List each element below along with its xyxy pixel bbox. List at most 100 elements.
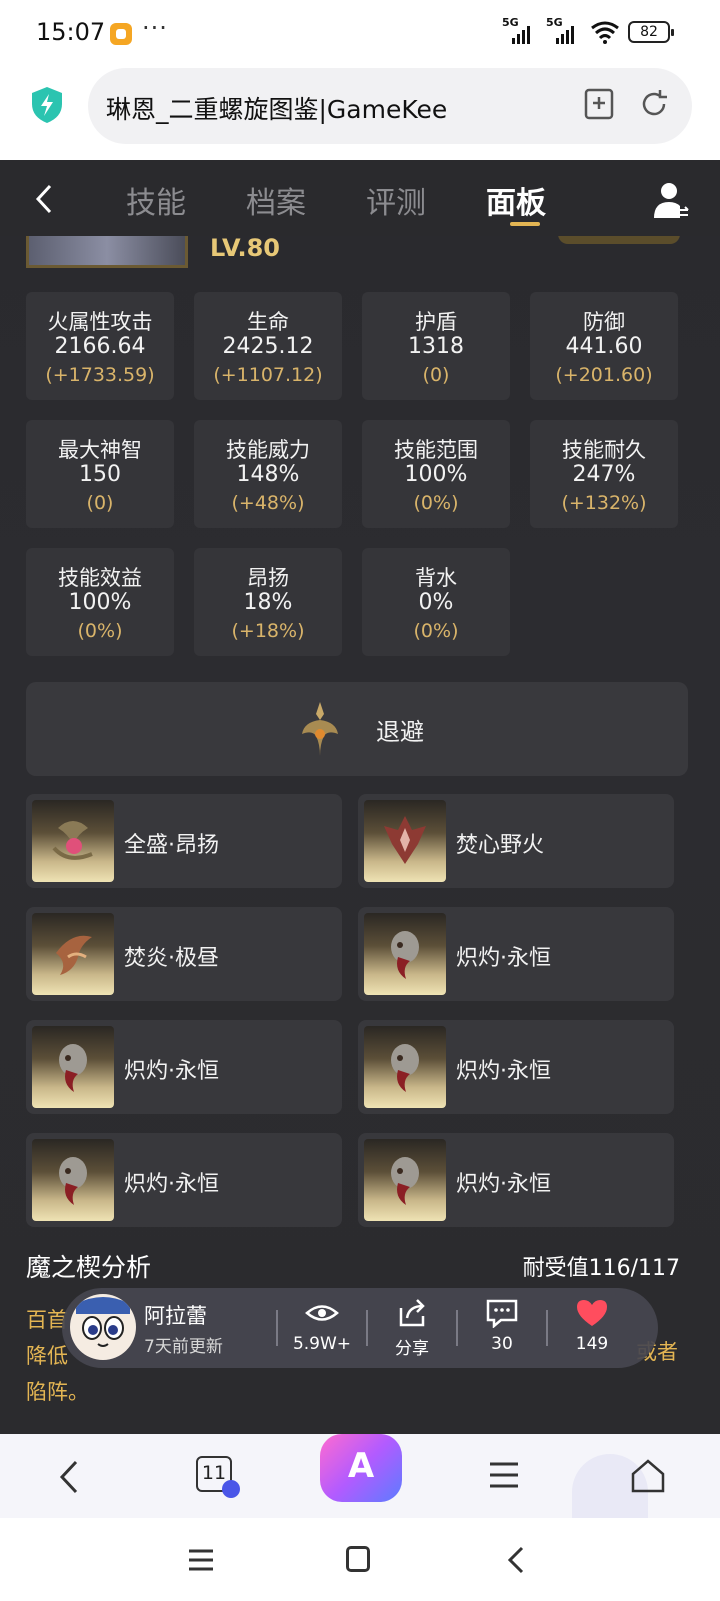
retreat-skill-card[interactable]: 退避	[26, 682, 688, 776]
tabs-badge-icon	[222, 1480, 240, 1498]
author-name[interactable]: 阿拉蕾	[144, 1300, 207, 1330]
tab-review[interactable]: 评测	[366, 178, 426, 222]
page-title[interactable]: 琳恩_二重螺旋图鉴|GameKee	[106, 90, 447, 126]
author-avatar[interactable]	[70, 1294, 136, 1360]
wifi-icon	[591, 21, 619, 44]
system-back-icon[interactable]	[508, 1546, 524, 1574]
tab-panel[interactable]: 面板	[486, 178, 546, 222]
stat-value: 2166.64	[54, 334, 146, 359]
top-tab-bar: 技能 档案 评测 面板	[0, 160, 720, 236]
stat-value: 150	[79, 462, 121, 487]
rune-card[interactable]: 全盛·昂扬	[26, 794, 342, 888]
mask-icon	[364, 1026, 446, 1108]
stat-value: 18%	[243, 590, 293, 615]
stat-bonus: (+132%)	[561, 492, 647, 514]
system-home-icon[interactable]	[346, 1546, 370, 1572]
stat-card: 技能耐久 247% (+132%)	[530, 420, 678, 528]
character-level: LV.80	[210, 234, 280, 262]
stat-value: 441.60	[565, 334, 643, 359]
recents-icon[interactable]	[188, 1548, 214, 1572]
share-button[interactable]: 分享	[372, 1298, 452, 1359]
stat-value: 100%	[68, 590, 132, 615]
rune-label: 炽灼·永恒	[124, 1172, 219, 1197]
comments-button[interactable]: 30	[462, 1298, 542, 1354]
stat-bonus: (0)	[86, 492, 114, 514]
stat-card: 火属性攻击 2166.64 (+1733.59)	[26, 292, 174, 400]
rune-label: 全盛·昂扬	[124, 833, 219, 858]
comments-count: 30	[491, 1334, 513, 1354]
tolerance-value: 耐受值116/117	[522, 1256, 680, 1281]
rune-label: 炽灼·永恒	[124, 1059, 219, 1084]
tab-skills[interactable]: 技能	[126, 178, 186, 222]
orb-serpent-icon	[32, 800, 114, 882]
rune-card[interactable]: 炽灼·永恒	[358, 907, 674, 1001]
add-bookmark-icon[interactable]	[584, 88, 614, 120]
stat-card: 防御 441.60 (+201.60)	[530, 292, 678, 400]
ai-assistant-button[interactable]: A	[320, 1434, 402, 1502]
stat-bonus: (0%)	[413, 620, 459, 642]
divider	[456, 1310, 458, 1346]
rune-card[interactable]: 炽灼·永恒	[26, 1020, 342, 1114]
stat-card: 技能范围 100% (0%)	[362, 420, 510, 528]
stat-value: 100%	[404, 462, 468, 487]
stat-name: 防御	[583, 310, 625, 334]
rune-label: 炽灼·永恒	[456, 1059, 551, 1084]
stat-name: 技能范围	[394, 438, 478, 462]
rune-label: 焚心野火	[456, 833, 545, 858]
browser-toolbar: 11 A	[0, 1434, 720, 1518]
stat-value: 247%	[572, 462, 636, 487]
more-notifications-icon: ···	[142, 14, 168, 42]
rune-card[interactable]: 炽灼·永恒	[26, 1133, 342, 1227]
retreat-label: 退避	[376, 718, 424, 746]
stat-bonus: (+1733.59)	[45, 364, 155, 386]
refresh-icon[interactable]	[638, 88, 670, 120]
views-count: 5.9W+	[292, 1334, 352, 1354]
stat-name: 护盾	[415, 310, 457, 334]
like-button[interactable]: 149	[552, 1298, 632, 1354]
stat-bonus: (+48%)	[231, 492, 305, 514]
stat-name: 昂扬	[247, 566, 289, 590]
stat-value: 148%	[236, 462, 300, 487]
home-icon[interactable]	[630, 1458, 666, 1494]
stat-name: 生命	[247, 310, 289, 334]
divider	[546, 1310, 548, 1346]
signal-icon: 5G	[546, 16, 582, 44]
stat-bonus: (0)	[422, 364, 450, 386]
tab-profile[interactable]: 档案	[246, 178, 306, 222]
back-arrow-icon[interactable]	[30, 182, 60, 216]
rune-card[interactable]: 焚心野火	[358, 794, 674, 888]
flame-crest-icon	[364, 800, 446, 882]
mask-icon	[32, 1026, 114, 1108]
stat-name: 技能威力	[226, 438, 310, 462]
system-navigation-bar	[0, 1518, 720, 1601]
address-bar[interactable]: 琳恩_二重螺旋图鉴|GameKee	[88, 68, 692, 144]
rune-card[interactable]: 炽灼·永恒	[358, 1020, 674, 1114]
stat-bonus: (+1107.12)	[213, 364, 323, 386]
stat-value: 1318	[408, 334, 464, 359]
analysis-title: 魔之楔分析	[26, 1253, 152, 1282]
article-action-bar: 阿拉蕾 7天前更新 5.9W+ 分享 30 149	[62, 1288, 658, 1368]
stat-name: 技能耐久	[562, 438, 646, 462]
status-bar: 15:07 ··· 5G 5G 82	[0, 0, 720, 68]
browser-back-icon[interactable]	[56, 1458, 82, 1496]
rune-card[interactable]: 焚炎·极昼	[26, 907, 342, 1001]
mask-icon	[364, 913, 446, 995]
signal-icon: 5G	[502, 16, 538, 44]
mask-icon	[364, 1139, 446, 1221]
share-label: 分享	[395, 1339, 429, 1359]
comment-icon	[486, 1299, 518, 1328]
stat-card: 护盾 1318 (0)	[362, 292, 510, 400]
menu-icon[interactable]	[488, 1460, 520, 1490]
status-indicators: 5G 5G 82	[502, 16, 674, 44]
views-counter: 5.9W+	[282, 1298, 362, 1354]
stat-card: 生命 2425.12 (+1107.12)	[194, 292, 342, 400]
ai-assistant-logo: A	[347, 1446, 375, 1486]
stat-value: 0%	[418, 590, 454, 615]
stat-bonus: (0%)	[413, 492, 459, 514]
security-shield-icon[interactable]	[30, 86, 64, 124]
stat-bonus: (+18%)	[231, 620, 305, 642]
browser-address-area: 琳恩_二重螺旋图鉴|GameKee	[0, 68, 720, 160]
heart-icon	[577, 1300, 607, 1326]
rune-card[interactable]: 炽灼·永恒	[358, 1133, 674, 1227]
switch-user-icon[interactable]	[652, 180, 690, 220]
